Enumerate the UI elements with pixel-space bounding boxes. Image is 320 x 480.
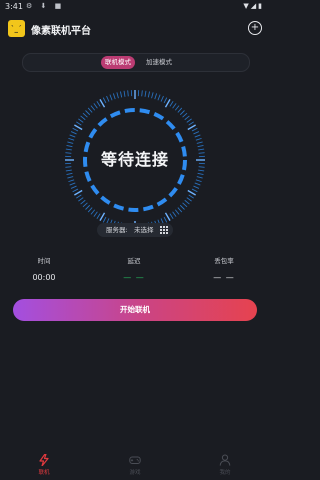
mode-switch: 联机模式 加速模式 xyxy=(22,53,250,72)
stat-packet-loss: 丢包率 — — xyxy=(194,255,254,282)
tab-online-mode[interactable]: 联机模式 xyxy=(101,56,135,69)
system-icons: ▼◢▮ xyxy=(243,2,264,10)
app-header: `_´ 像素联机平台 + xyxy=(0,16,270,44)
nav-item-games[interactable]: 游戏 xyxy=(115,454,155,476)
server-label: 服务器: xyxy=(106,226,128,234)
bolt-icon xyxy=(24,453,64,467)
stat-time-label: 时间 xyxy=(37,257,51,265)
tab-accelerate-mode[interactable]: 加速模式 xyxy=(137,56,181,69)
nav-label-connect: 联机 xyxy=(38,470,50,476)
server-value: 未选择 xyxy=(134,226,154,234)
app-title: 像素联机平台 xyxy=(31,26,91,37)
app-logo-icon: `_´ xyxy=(8,20,25,37)
notification-icons: ⚙ ⬇ ■ xyxy=(26,2,65,10)
status-time: 3:41 xyxy=(5,2,23,11)
stat-packet-loss-value: — — xyxy=(213,273,235,282)
stat-latency-value: — — xyxy=(123,273,145,282)
stat-latency: 延迟 — — xyxy=(104,255,164,282)
nav-label-games: 游戏 xyxy=(129,470,141,476)
status-bar: 3:41 ⚙ ⬇ ■ ▼◢▮ xyxy=(0,0,270,14)
user-icon xyxy=(205,454,245,466)
stat-time: 时间 00:00 xyxy=(14,255,74,282)
bottom-nav: 联机 游戏 我的 xyxy=(0,440,270,480)
grid-icon xyxy=(160,226,168,234)
stat-packet-loss-label: 丢包率 xyxy=(214,257,234,265)
nav-label-profile: 我的 xyxy=(219,470,231,476)
gamepad-icon xyxy=(115,454,155,466)
stats-row: 时间 00:00 延迟 — — 丢包率 — — xyxy=(0,255,270,285)
connection-gauge: 等待连接 xyxy=(63,88,207,232)
stat-time-value: 00:00 xyxy=(32,273,56,282)
logo-face: `_´ xyxy=(11,25,22,33)
start-connect-button[interactable]: 开始联机 xyxy=(13,299,257,321)
stat-latency-label: 延迟 xyxy=(127,257,141,265)
connection-status: 等待连接 xyxy=(100,150,169,169)
nav-item-profile[interactable]: 我的 xyxy=(205,454,245,476)
nav-item-connect[interactable]: 联机 xyxy=(24,453,64,476)
add-button[interactable]: + xyxy=(248,21,262,35)
server-selector[interactable]: 服务器: 未选择 xyxy=(97,223,173,237)
